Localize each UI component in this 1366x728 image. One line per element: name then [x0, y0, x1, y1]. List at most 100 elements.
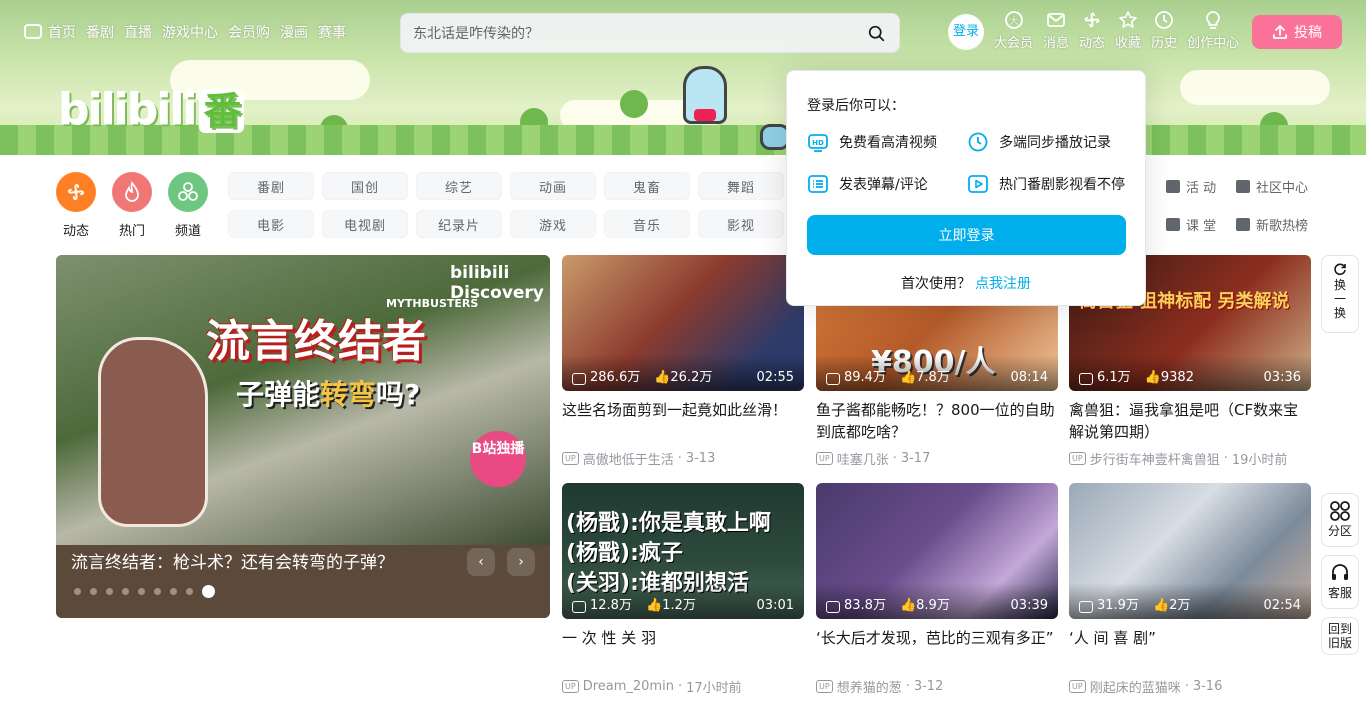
search-input[interactable]	[413, 23, 853, 45]
channel-channels[interactable]: 频道	[167, 172, 209, 239]
hd-icon: HD	[808, 134, 828, 152]
nav-bangumi[interactable]: 番剧	[86, 22, 114, 42]
flame-icon	[112, 172, 152, 212]
link-classroom[interactable]: 课 堂	[1166, 210, 1236, 238]
tag-documentary[interactable]: 纪录片	[416, 210, 502, 238]
login-popover: 登录后你可以： HD 免费看高清视频 多端同步播放记录 发表弹幕/评论 热门番剧…	[786, 70, 1146, 306]
video-thumbnail[interactable]: 31.9万 👍 2万 02:54	[1069, 483, 1311, 619]
zone-button[interactable]: 分区	[1321, 493, 1359, 547]
refresh-button[interactable]: 换一换	[1321, 255, 1359, 333]
nav-dynamic[interactable]: 动态	[1079, 10, 1105, 51]
nav-creator-center[interactable]: 创作中心	[1187, 10, 1239, 51]
carousel-dot[interactable]	[122, 588, 129, 595]
hero-carousel[interactable]: bilibili Discovery MYTHBUSTERS 流言终结者 子弹能…	[56, 255, 550, 618]
nav-message[interactable]: 消息	[1043, 10, 1069, 51]
video-meta[interactable]: UP 高傲地低于生活 · 3-13	[562, 449, 804, 468]
video-card[interactable]: 286.6万 👍 26.2万 02:55 这些名场面剪到一起竟如此丝滑！ UP 高傲地低…	[562, 255, 804, 468]
nav-manga[interactable]: 漫画	[280, 22, 308, 42]
up-icon: UP	[1069, 680, 1086, 693]
nav-vip-shop[interactable]: 会员购	[228, 22, 270, 42]
login-now-button[interactable]: 立即登录	[807, 215, 1126, 255]
channel-hot[interactable]: 热门	[111, 172, 153, 239]
tag-film[interactable]: 影视	[698, 210, 784, 238]
tag-dance[interactable]: 舞蹈	[698, 172, 784, 200]
bilibili-logo[interactable]: bilibili 番	[58, 80, 244, 135]
video-card[interactable]: (杨戬):你是真敢上啊 (杨戬):疯子 (关羽):谁都别想活 12.8万👍1.2…	[562, 483, 804, 696]
channel-dynamic[interactable]: 动态	[55, 172, 97, 239]
nav-right-icons: 大 大会员 消息 动态 收藏 历史 创作中心	[994, 10, 1239, 51]
video-card[interactable]: 83.8万 👍 8.9万 03:39 ‘长大后才发现，芭比的三观有多正” UP 想养猫的…	[816, 483, 1058, 696]
like-icon: 👍	[899, 370, 917, 385]
tag-movie[interactable]: 电影	[228, 210, 314, 238]
video-meta[interactable]: UP 步行街车神壹杆禽兽狙 · 19小时前	[1069, 449, 1311, 468]
up-icon: UP	[816, 680, 833, 693]
video-meta[interactable]: UP 刚起床的蓝猫咪 · 3-16	[1069, 677, 1311, 696]
video-card[interactable]: 31.9万 👍 2万 02:54 ‘人 间 喜 剧” UP 刚起床的蓝猫咪 · 3-16	[1069, 483, 1311, 696]
channel-channels-label: 频道	[174, 224, 201, 239]
nav-vip-label: 大会员	[994, 36, 1034, 51]
carousel-prev-button[interactable]: ‹	[467, 548, 495, 576]
carousel-dot[interactable]	[186, 588, 193, 595]
upload-button[interactable]: 投稿	[1252, 15, 1342, 49]
carousel-dot[interactable]	[154, 588, 161, 595]
video-thumbnail[interactable]: 83.8万 👍 8.9万 03:39	[816, 483, 1058, 619]
like-icon: 👍	[654, 370, 671, 385]
link-community[interactable]: 社区中心	[1236, 172, 1326, 200]
carousel-title[interactable]: 流言终结者：枪斗术？还有会转弯的子弹？	[71, 548, 394, 573]
benefit-comment: 发表弹幕/评论	[807, 173, 967, 195]
tag-tv-series[interactable]: 电视剧	[322, 210, 408, 238]
video-title[interactable]: 这些名场面剪到一起竟如此丝滑！	[562, 399, 804, 443]
nav-game-center[interactable]: 游戏中心	[162, 22, 218, 42]
up-icon: UP	[816, 452, 833, 465]
tag-game[interactable]: 游戏	[510, 210, 596, 238]
video-meta[interactable]: UP 想养猫的葱 · 3-12	[816, 677, 1058, 696]
carousel-dot[interactable]	[106, 588, 113, 595]
search-icon[interactable]	[868, 25, 885, 42]
carousel-dot-active[interactable]	[202, 585, 215, 598]
upload-label: 投稿	[1294, 25, 1322, 41]
video-title[interactable]: 禽兽狙：逼我拿狙是吧（CF数来宝解说第四期）	[1069, 399, 1311, 443]
nav-live[interactable]: 直播	[124, 22, 152, 42]
nav-favorite[interactable]: 收藏	[1115, 10, 1141, 51]
video-stats: 89.4万 👍 7.8万 08:14	[816, 355, 1058, 391]
video-meta[interactable]: UP 哇塞几张 · 3-17	[816, 449, 1058, 468]
video-meta[interactable]: UP Dream_20min · 17小时前	[562, 677, 804, 696]
tag-guochuang[interactable]: 国创	[322, 172, 408, 200]
video-title[interactable]: 鱼子酱都能畅吃！？800一位的自助到底都吃啥？	[816, 399, 1058, 443]
video-thumbnail[interactable]: (杨戬):你是真敢上啊 (杨戬):疯子 (关羽):谁都别想活 12.8万👍1.2…	[562, 483, 804, 619]
carousel-dot[interactable]	[170, 588, 177, 595]
carousel-dot[interactable]	[138, 588, 145, 595]
tag-animation[interactable]: 动画	[510, 172, 596, 200]
nav-esports[interactable]: 赛事	[318, 22, 346, 42]
carousel-dot[interactable]	[90, 588, 97, 595]
nav-home[interactable]: 首页	[24, 22, 76, 42]
music-note-icon	[1236, 217, 1250, 231]
danmaku-icon	[808, 175, 828, 193]
video-title[interactable]: ‘长大后才发现，芭比的三观有多正”	[816, 627, 1058, 671]
link-events[interactable]: 活 动	[1166, 172, 1236, 200]
classroom-icon	[1166, 217, 1180, 231]
nav-history[interactable]: 历史	[1151, 10, 1177, 51]
video-duration: 03:01	[756, 598, 794, 613]
video-title[interactable]: 一 次 性 关 羽	[562, 627, 804, 671]
tag-variety[interactable]: 综艺	[416, 172, 502, 200]
tag-kichiku[interactable]: 鬼畜	[604, 172, 690, 200]
exclusive-badge: B站独播	[470, 431, 526, 487]
old-version-button[interactable]: 回到旧版	[1321, 617, 1359, 655]
login-avatar-button[interactable]: 登录	[948, 14, 984, 50]
play-count-icon	[826, 601, 840, 613]
carousel-next-button[interactable]: ›	[507, 548, 535, 576]
customer-service-button[interactable]: 客服	[1321, 555, 1359, 609]
channel-dynamic-label: 动态	[62, 224, 89, 239]
video-title[interactable]: ‘人 间 喜 剧”	[1069, 627, 1311, 671]
register-link[interactable]: 点我注册	[975, 276, 1031, 292]
benefit-hd: HD 免费看高清视频	[807, 131, 967, 153]
tag-music[interactable]: 音乐	[604, 210, 690, 238]
nav-vip[interactable]: 大 大会员	[994, 10, 1033, 51]
nav-message-label: 消息	[1043, 36, 1070, 51]
video-thumbnail[interactable]: 286.6万 👍 26.2万 02:55	[562, 255, 804, 391]
banner-cloud	[1180, 70, 1330, 105]
link-new-songs[interactable]: 新歌热榜	[1236, 210, 1326, 238]
tag-bangumi[interactable]: 番剧	[228, 172, 314, 200]
carousel-dot[interactable]	[74, 588, 81, 595]
